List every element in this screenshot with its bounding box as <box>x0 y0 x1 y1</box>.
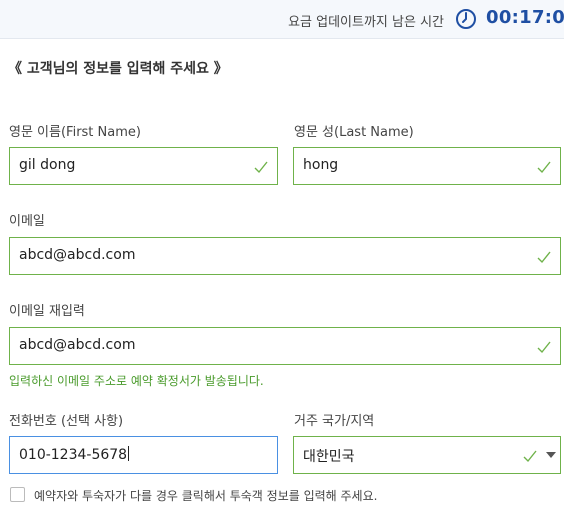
text-cursor <box>128 446 130 461</box>
form-title: 《 고객님의 정보를 입력해 주세요 》 <box>8 61 228 77</box>
checkmark-icon <box>537 251 551 264</box>
country-select[interactable]: 대한민국 <box>293 436 561 474</box>
phone-field[interactable]: 010-1234-5678 <box>9 436 278 474</box>
checkmark-icon <box>537 161 551 174</box>
guest-info-checkbox[interactable] <box>10 487 25 502</box>
chevron-down-icon[interactable] <box>546 452 556 458</box>
timer-bar: 요금 업데이트까지 남은 시간 00:17:03 <box>0 0 564 39</box>
first-name-field[interactable]: gil dong <box>9 147 278 185</box>
phone-label: 전화번호 (선택 사항) <box>9 414 124 429</box>
last-name-label: 영문 성(Last Name) <box>294 125 414 140</box>
email-confirm-field[interactable]: abcd@abcd.com <box>9 327 561 365</box>
email-confirm-value: abcd@abcd.com <box>19 337 136 353</box>
checkmark-icon <box>537 341 551 354</box>
first-name-label: 영문 이름(First Name) <box>9 125 141 140</box>
clock-icon <box>456 9 476 29</box>
checkmark-icon <box>254 161 268 174</box>
country-value: 대한민국 <box>303 449 355 465</box>
last-name-value: hong <box>303 157 339 173</box>
last-name-field[interactable]: hong <box>293 147 561 185</box>
timer-value: 00:17:03 <box>486 7 564 28</box>
email-value: abcd@abcd.com <box>19 247 136 263</box>
phone-value: 010-1234-5678 <box>19 446 130 463</box>
email-label: 이메일 <box>9 214 45 229</box>
checkmark-icon <box>523 450 537 463</box>
email-confirm-label: 이메일 재입력 <box>9 304 85 319</box>
email-hint: 입력하신 이메일 주소로 예약 확정서가 발송됩니다. <box>9 374 264 388</box>
country-label: 거주 국가/지역 <box>294 414 375 429</box>
guest-info-checkbox-label[interactable]: 예약자와 투숙자가 다를 경우 클릭해서 투숙객 정보를 입력해 주세요. <box>34 487 377 504</box>
timer-label: 요금 업데이트까지 남은 시간 <box>288 15 444 30</box>
first-name-value: gil dong <box>19 157 76 173</box>
email-field[interactable]: abcd@abcd.com <box>9 237 561 275</box>
